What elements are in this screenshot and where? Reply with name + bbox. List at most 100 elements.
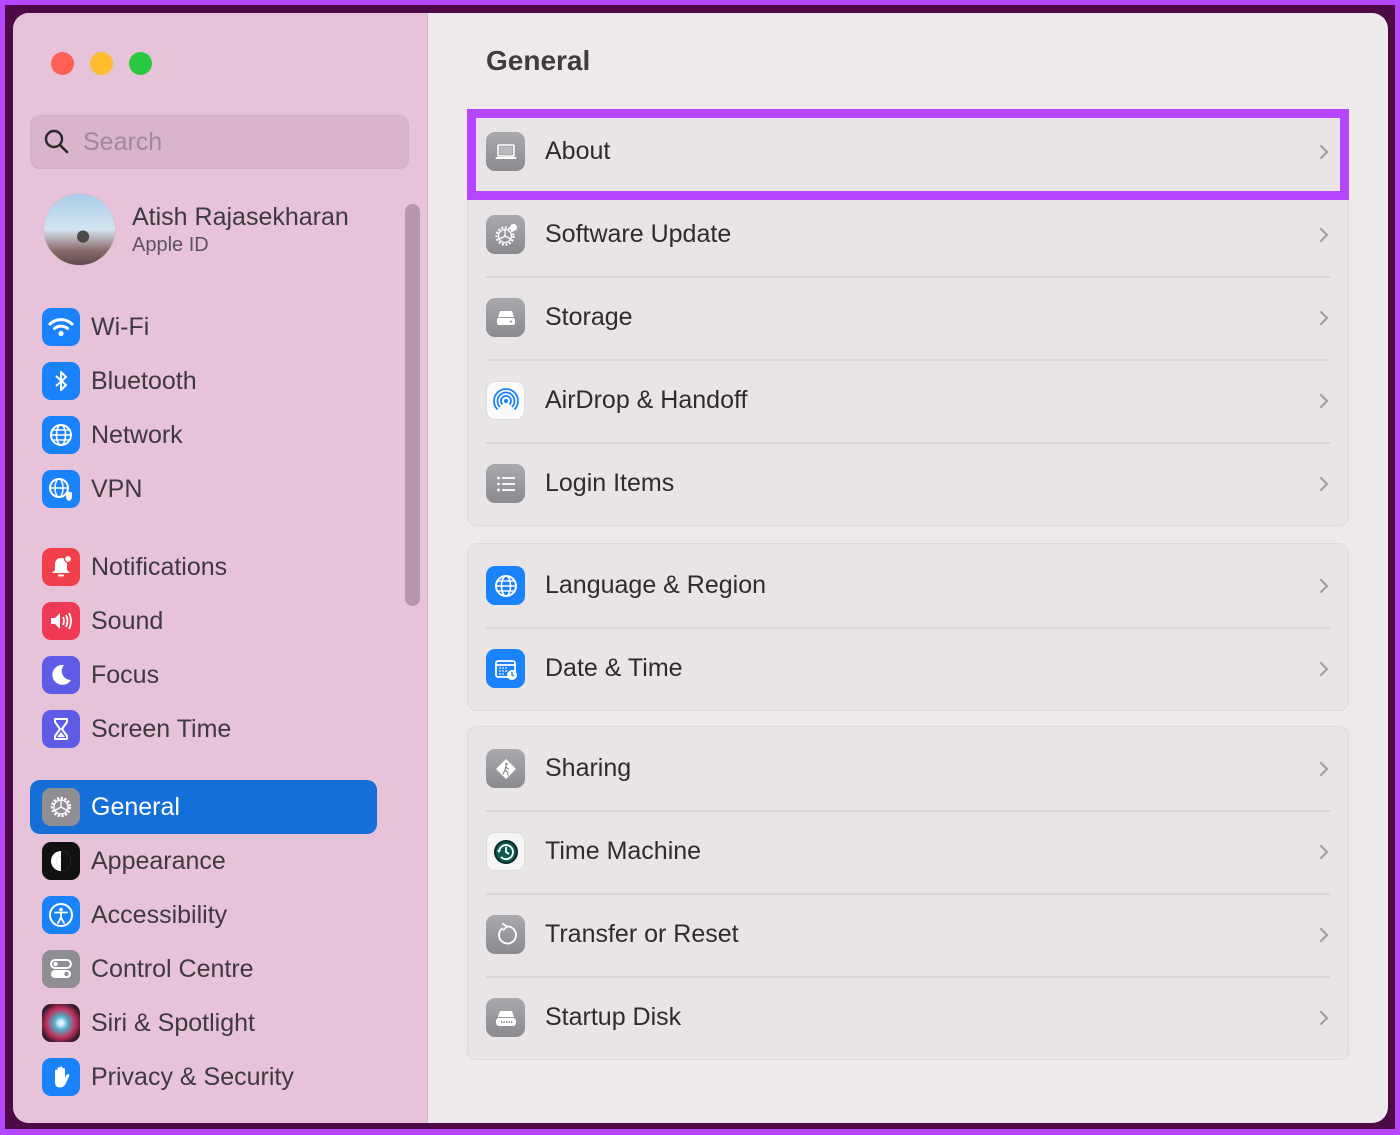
row-storage[interactable]: Storage: [468, 276, 1348, 359]
sidebar-item-label: VPN: [91, 474, 143, 503]
sidebar-item-accessibility[interactable]: Accessibility: [30, 888, 377, 942]
laptop-icon: [486, 132, 525, 171]
globe-icon: [42, 416, 80, 454]
sidebar-item-label: Control Centre: [91, 954, 254, 983]
bluetooth-icon: [42, 362, 80, 400]
search-field[interactable]: [30, 115, 409, 169]
row-sharing[interactable]: Sharing: [468, 727, 1348, 810]
airdrop-icon: [486, 381, 525, 420]
hourglass-icon: [42, 710, 80, 748]
row-software-update[interactable]: Software Update: [468, 193, 1348, 276]
wifi-icon: [42, 308, 80, 346]
reset-icon: [486, 915, 525, 954]
row-airdrop-handoff[interactable]: AirDrop & Handoff: [468, 359, 1348, 442]
settings-group-sharing: Sharing Time Machine Transfer or Reset S…: [467, 726, 1349, 1060]
row-label: Date & Time: [545, 654, 683, 682]
traffic-lights: [51, 52, 152, 75]
chevron-right-icon: [1319, 844, 1329, 859]
globe-icon: [486, 566, 525, 605]
sidebar-item-vpn[interactable]: VPN: [30, 462, 377, 516]
sidebar-item-focus[interactable]: Focus: [30, 648, 377, 702]
sidebar-item-label: Siri & Spotlight: [91, 1008, 255, 1037]
sidebar-item-screen-time[interactable]: Screen Time: [30, 702, 377, 756]
row-startup-disk[interactable]: Startup Disk: [468, 976, 1348, 1059]
sidebar-item-siri-spotlight[interactable]: Siri & Spotlight: [30, 996, 377, 1050]
sidebar-item-privacy-security[interactable]: Privacy & Security: [30, 1050, 377, 1104]
maximize-window-button[interactable]: [129, 52, 152, 75]
sidebar-item-label: General: [91, 792, 180, 821]
row-label: Time Machine: [545, 837, 702, 865]
row-transfer-reset[interactable]: Transfer or Reset: [468, 893, 1348, 976]
sidebar-scrollbar[interactable]: [405, 204, 420, 606]
calendar-clock-icon: [486, 649, 525, 688]
row-language-region[interactable]: Language & Region: [468, 544, 1348, 627]
siri-icon: [42, 1004, 80, 1042]
row-about[interactable]: About: [468, 110, 1348, 193]
chevron-right-icon: [1319, 927, 1329, 942]
row-time-machine[interactable]: Time Machine: [468, 810, 1348, 893]
row-date-time[interactable]: Date & Time: [468, 627, 1348, 710]
row-label: Startup Disk: [545, 1003, 682, 1031]
close-window-button[interactable]: [51, 52, 74, 75]
list-icon: [486, 464, 525, 503]
row-label: Storage: [545, 303, 633, 331]
sidebar-item-control-centre[interactable]: Control Centre: [30, 942, 377, 996]
apple-id-profile[interactable]: Atish Rajasekharan Apple ID: [43, 193, 349, 266]
profile-subtitle: Apple ID: [132, 233, 209, 256]
sidebar-item-label: Appearance: [91, 846, 226, 875]
system-settings-window: Atish Rajasekharan Apple ID Wi-Fi Blueto…: [13, 13, 1388, 1123]
chevron-right-icon: [1319, 393, 1329, 408]
sidebar-item-label: Accessibility: [91, 900, 228, 929]
vpn-globe-shield-icon: [42, 470, 80, 508]
settings-group-system: About Software Update Storage AirDrop & …: [467, 109, 1349, 526]
sidebar-item-label: Wi-Fi: [91, 312, 150, 341]
sidebar-item-general[interactable]: General: [30, 780, 377, 834]
time-machine-icon: [486, 832, 525, 871]
chevron-right-icon: [1319, 476, 1329, 491]
row-label: AirDrop & Handoff: [545, 386, 748, 414]
profile-name: Atish Rajasekharan: [132, 202, 349, 231]
avatar: [43, 193, 116, 266]
sidebar-item-label: Sound: [91, 606, 164, 635]
main-pane: General About Software Update Storage Ai…: [429, 13, 1388, 1123]
row-label: Software Update: [545, 220, 732, 248]
sharing-icon: [486, 749, 525, 788]
search-icon: [44, 129, 69, 154]
chevron-right-icon: [1319, 310, 1329, 325]
sidebar-item-sound[interactable]: Sound: [30, 594, 377, 648]
moon-icon: [42, 656, 80, 694]
sidebar-item-network[interactable]: Network: [30, 408, 377, 462]
row-label: Sharing: [545, 754, 632, 782]
search-input[interactable]: [83, 127, 383, 157]
chevron-right-icon: [1319, 761, 1329, 776]
drive-icon: [486, 298, 525, 337]
sidebar-item-wifi[interactable]: Wi-Fi: [30, 300, 377, 354]
minimize-window-button[interactable]: [90, 52, 113, 75]
gear-badge-icon: [486, 215, 525, 254]
bell-icon: [42, 548, 80, 586]
toggles-icon: [42, 950, 80, 988]
sidebar: Atish Rajasekharan Apple ID Wi-Fi Blueto…: [13, 13, 428, 1123]
chevron-right-icon: [1319, 1010, 1329, 1025]
sidebar-item-notifications[interactable]: Notifications: [30, 540, 377, 594]
startup-disk-icon: [486, 998, 525, 1037]
sidebar-item-label: Focus: [91, 660, 160, 689]
accessibility-icon: [42, 896, 80, 934]
row-label: Login Items: [545, 469, 675, 497]
page-title: General: [486, 45, 591, 76]
appearance-icon: [42, 842, 80, 880]
chevron-right-icon: [1319, 578, 1329, 593]
speaker-icon: [42, 602, 80, 640]
sidebar-item-label: Bluetooth: [91, 366, 197, 395]
sidebar-item-label: Network: [91, 420, 183, 449]
gear-icon: [42, 788, 80, 826]
chevron-right-icon: [1319, 661, 1329, 676]
sidebar-item-label: Notifications: [91, 552, 228, 581]
sidebar-item-appearance[interactable]: Appearance: [30, 834, 377, 888]
chevron-right-icon: [1319, 144, 1329, 159]
sidebar-item-bluetooth[interactable]: Bluetooth: [30, 354, 377, 408]
hand-icon: [42, 1058, 80, 1096]
row-login-items[interactable]: Login Items: [468, 442, 1348, 525]
row-label: Language & Region: [545, 571, 767, 599]
sidebar-item-label: Screen Time: [91, 714, 232, 743]
